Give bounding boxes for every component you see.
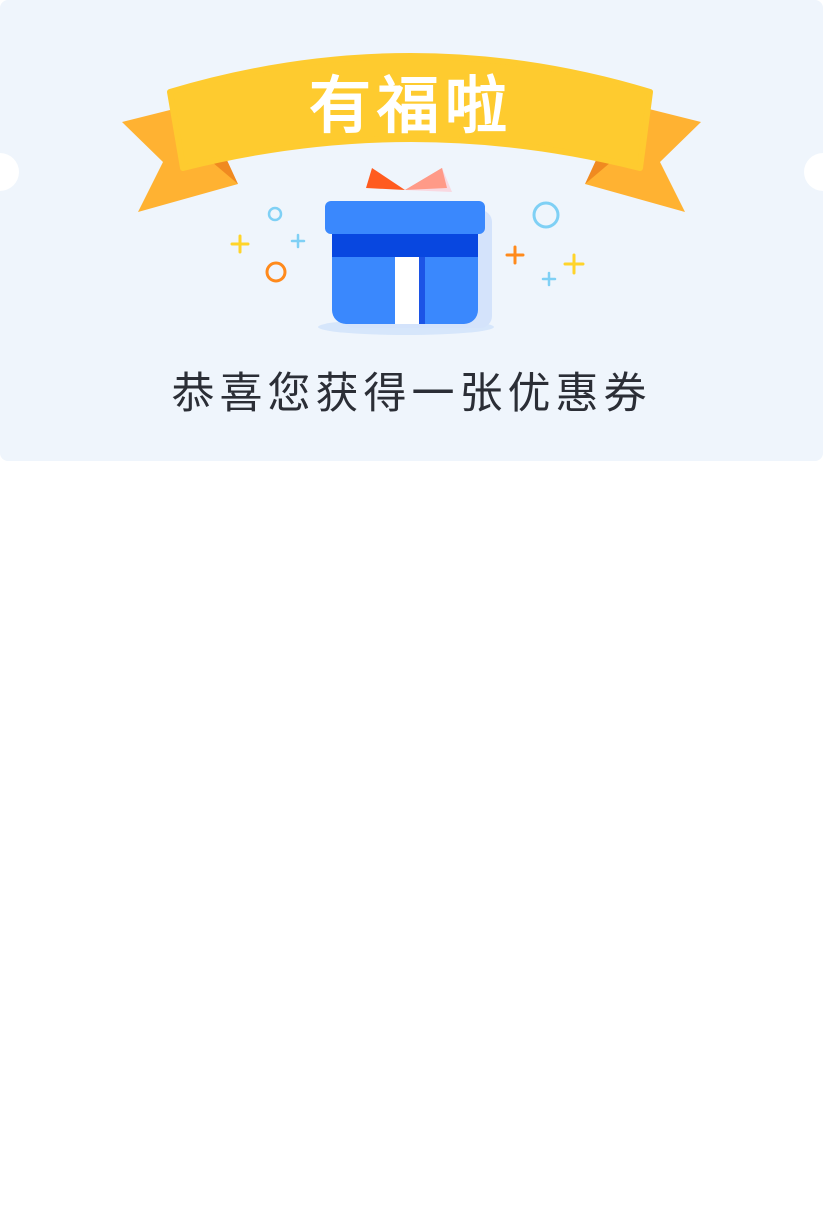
gift-box: [318, 168, 494, 335]
empty-content-area: [0, 461, 823, 1207]
coupon-card: 有福啦 恭喜您获得一张优惠券: [0, 0, 823, 461]
sparkles-left: [230, 206, 306, 283]
sparkles-right: [505, 201, 585, 287]
coupon-message: 恭喜您获得一张优惠券: [171, 369, 652, 419]
banner-title: 有福啦: [309, 69, 513, 142]
